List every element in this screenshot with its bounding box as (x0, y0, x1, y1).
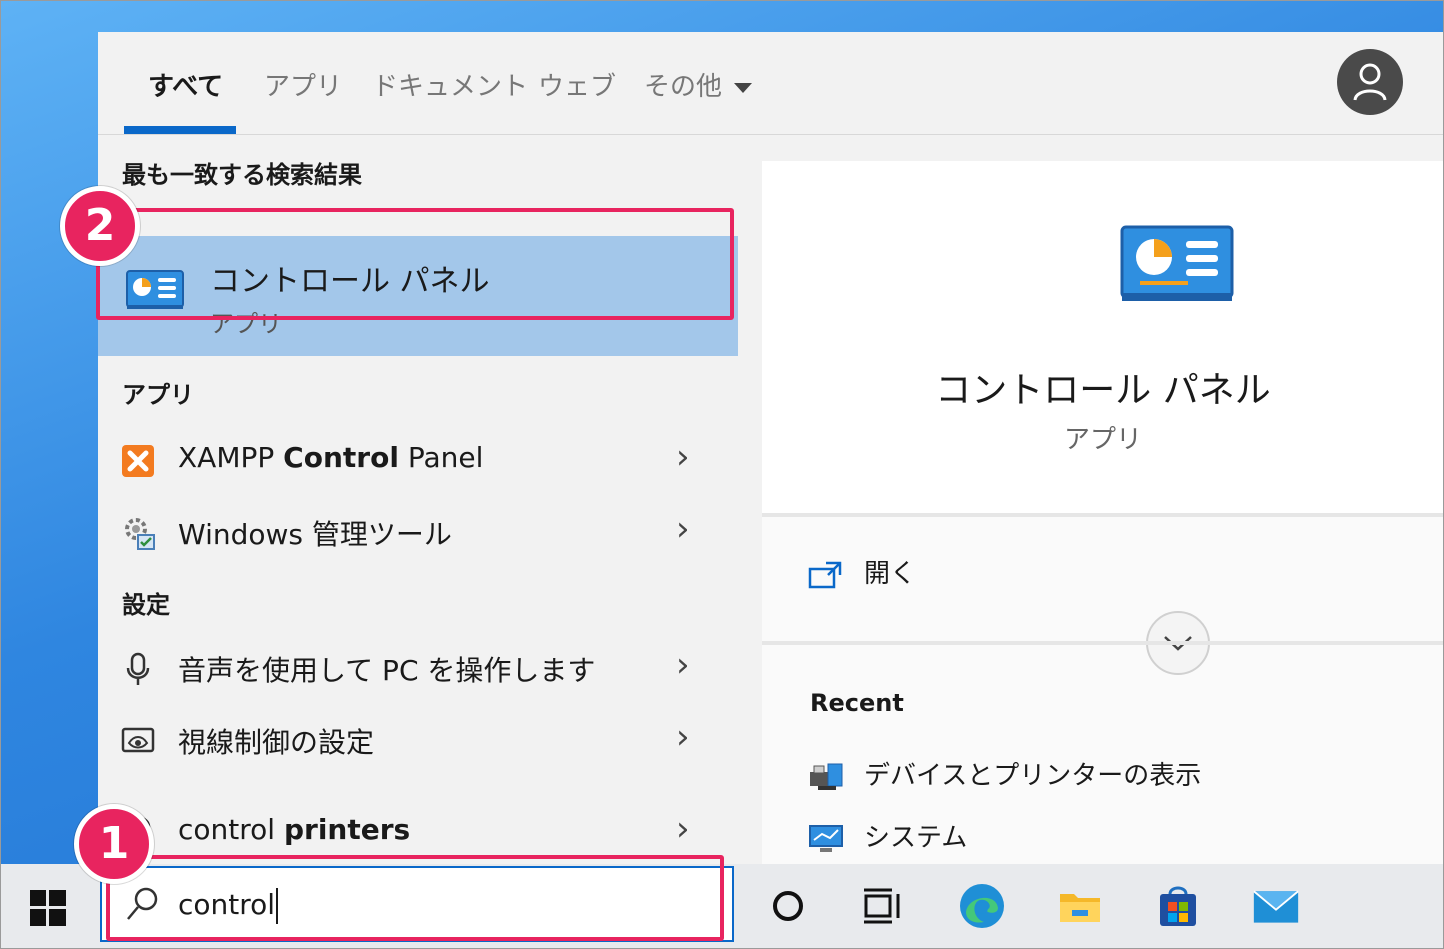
store-icon[interactable] (1154, 882, 1202, 930)
task-view-icon[interactable] (858, 882, 906, 930)
tab-more-label: その他 (644, 72, 723, 102)
list-item-label: 音声を使用して PC を操作します (178, 654, 596, 687)
chevron-right-icon[interactable]: › (676, 645, 690, 685)
tab-more[interactable]: その他 (644, 66, 753, 103)
chevron-right-icon[interactable]: › (676, 809, 690, 849)
cortana-icon[interactable] (764, 882, 812, 930)
step-marker-1: 1 (74, 804, 154, 884)
system-monitor-icon (809, 824, 843, 852)
tab-apps[interactable]: アプリ (264, 66, 342, 103)
recent-item-label: デバイスとプリンターの表示 (864, 761, 1202, 791)
preview-pane: コントロール パネル アプリ 開く Recent デバイスとプリンターの表示 シ… (762, 161, 1444, 864)
chevron-down-icon (734, 82, 753, 93)
step-marker-2: 2 (60, 186, 140, 266)
list-item-label: Windows 管理ツール (178, 518, 452, 551)
user-icon (1353, 63, 1387, 101)
tab-web[interactable]: ウェブ (538, 66, 616, 103)
windows-start-icon[interactable] (30, 890, 66, 926)
open-action[interactable]: 開く (808, 553, 916, 590)
admin-tools-icon (125, 518, 155, 550)
preview-title: コントロール パネル (935, 370, 1271, 411)
tab-documents[interactable]: ドキュメント (372, 66, 528, 103)
highlight-box-best-match (96, 208, 734, 320)
chevron-right-icon[interactable]: › (676, 717, 690, 757)
file-explorer-icon[interactable] (1056, 882, 1104, 930)
preview-header: コントロール パネル アプリ (762, 161, 1444, 513)
open-external-icon (808, 561, 842, 588)
apps-heading: アプリ (122, 381, 194, 409)
recent-item[interactable]: デバイスとプリンターの表示 (808, 755, 1201, 792)
list-item-label: control printers (178, 813, 411, 846)
list-item-label: XAMPP Control Panel (178, 441, 484, 474)
account-avatar-button[interactable] (1337, 49, 1403, 115)
recent-heading: Recent (810, 689, 904, 717)
divider (762, 513, 1444, 517)
filter-tabs: すべて アプリ ドキュメント ウェブ その他 (98, 32, 1444, 135)
search-window: すべて アプリ ドキュメント ウェブ その他 最も一致する検索結果 コントロール… (98, 32, 1444, 864)
recent-item[interactable]: システム (808, 817, 967, 854)
open-label: 開く (864, 559, 917, 589)
microphone-icon (126, 652, 150, 685)
chevron-right-icon[interactable]: › (676, 509, 690, 549)
chevron-right-icon[interactable]: › (676, 437, 690, 477)
list-item-admin-tools[interactable]: Windows 管理ツール › (98, 501, 738, 565)
list-item-xampp[interactable]: XAMPP Control Panel › (98, 429, 738, 493)
best-match-heading: 最も一致する検索結果 (122, 161, 362, 189)
xampp-icon (122, 445, 154, 477)
list-item-eye-control[interactable]: 視線制御の設定 › (98, 709, 738, 773)
settings-heading: 設定 (122, 591, 170, 619)
control-panel-icon (1120, 225, 1234, 301)
eye-control-icon (121, 727, 155, 753)
preview-subtitle: アプリ (1063, 425, 1142, 455)
list-item-label: 視線制御の設定 (178, 726, 375, 759)
tab-all[interactable]: すべて (148, 66, 223, 103)
highlight-box-search (106, 855, 724, 941)
divider (762, 641, 1444, 645)
recent-item-label: システム (864, 823, 968, 853)
active-tab-indicator (124, 126, 236, 134)
list-item-voice-control[interactable]: 音声を使用して PC を操作します › (98, 637, 738, 701)
edge-browser-icon[interactable] (958, 882, 1006, 930)
devices-printers-icon (810, 763, 843, 790)
mail-icon[interactable] (1252, 882, 1300, 930)
